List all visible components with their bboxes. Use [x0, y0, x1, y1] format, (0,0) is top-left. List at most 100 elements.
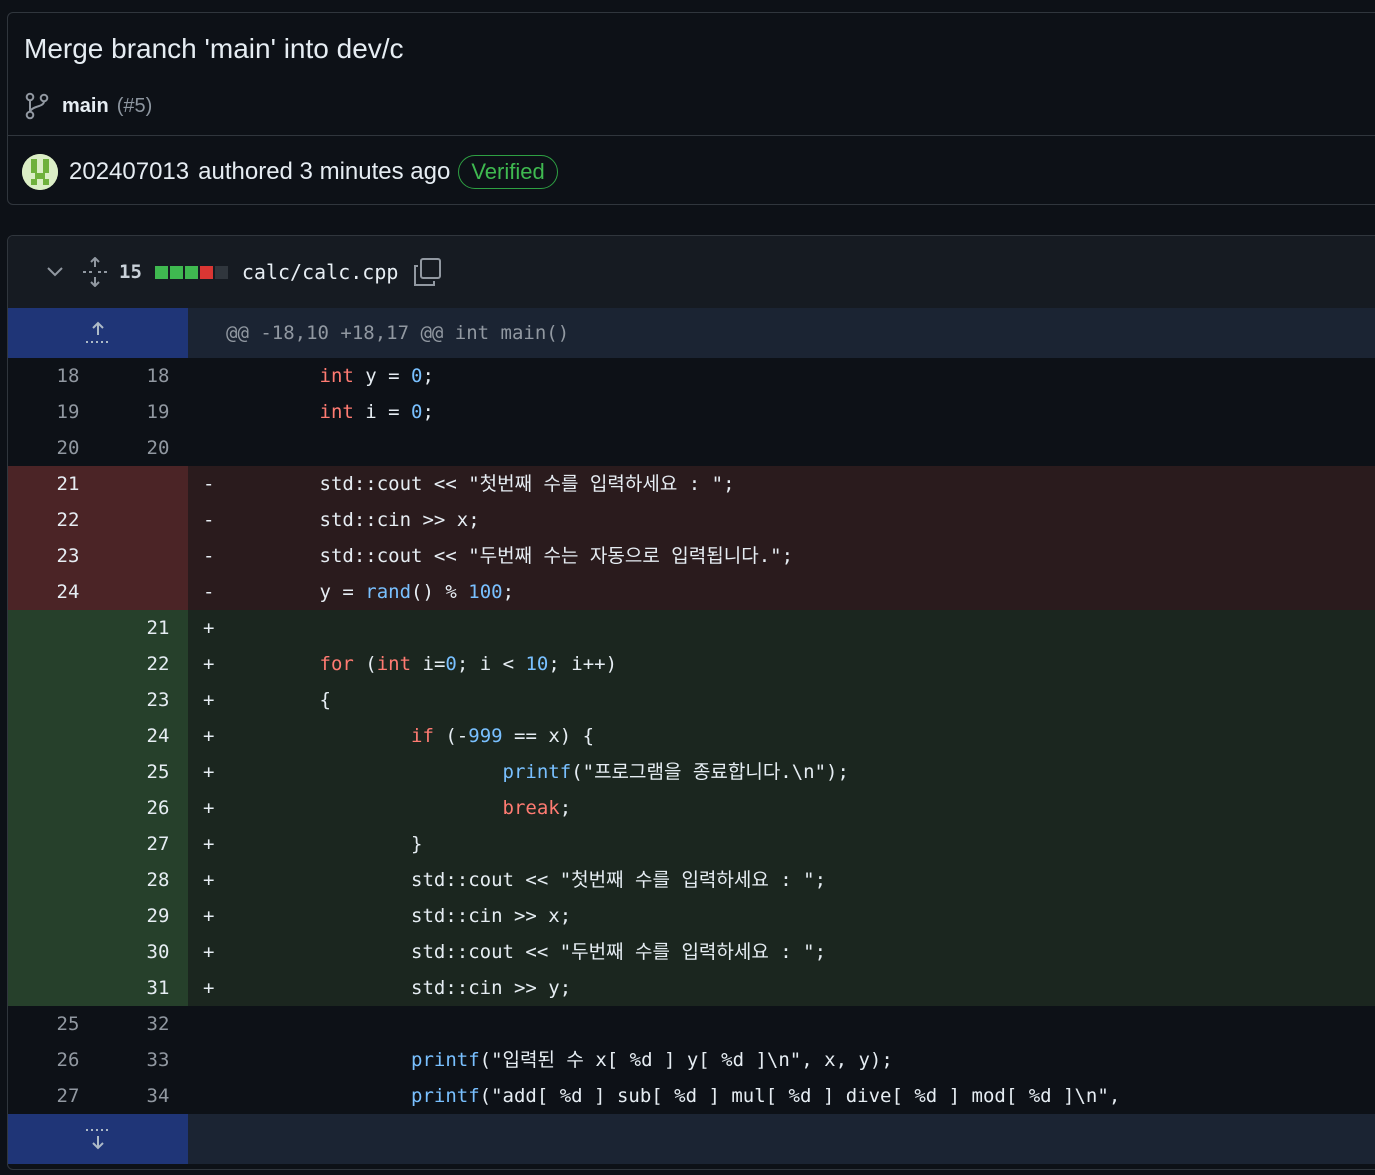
- new-line-number[interactable]: 19: [113, 394, 203, 430]
- new-line-number[interactable]: 24: [113, 718, 203, 754]
- old-line-number[interactable]: 25: [23, 1006, 113, 1042]
- new-line-number[interactable]: 20: [113, 430, 203, 466]
- code-text: if (-999 == x) {: [228, 718, 594, 754]
- diffstat-block: [154, 265, 168, 279]
- git-branch-icon: [25, 92, 49, 120]
- code-text: int i = 0;: [228, 394, 434, 430]
- code-token: () %: [411, 581, 469, 603]
- code-token: y =: [353, 365, 412, 387]
- diffstat-block: [199, 265, 213, 279]
- expand-up-button[interactable]: [8, 308, 188, 358]
- divider: [8, 135, 1375, 136]
- old-line-number[interactable]: 23: [23, 538, 113, 574]
- code-token: std::cout << "두번째 수는 자동으로 입력됩니다.";: [228, 545, 794, 567]
- diff-line-add: 29 + std::cin >> x;: [8, 898, 1375, 934]
- code-token: std::cin >> x;: [228, 509, 480, 531]
- old-line-number[interactable]: 24: [23, 574, 113, 610]
- identicon-icon: [22, 154, 58, 190]
- code-token: i=: [411, 653, 446, 675]
- code-token: ;: [559, 797, 572, 819]
- new-line-number[interactable]: 26: [113, 790, 203, 826]
- new-line-number[interactable]: 34: [113, 1078, 203, 1114]
- code-text: break;: [228, 790, 572, 826]
- code-token: 10: [525, 653, 549, 675]
- commit-title: Merge branch 'main' into dev/c: [24, 33, 404, 64]
- new-line-number[interactable]: 31: [113, 970, 203, 1006]
- code-token: std::cout << "첫번째 수를 입력하세요 : ";: [228, 869, 827, 891]
- new-line-number[interactable]: 29: [113, 898, 203, 934]
- diff-table: @@ -18,10 +18,17 @@ int main() 18 18 int …: [8, 308, 1375, 1169]
- branch-link[interactable]: main: [62, 95, 109, 118]
- code-text: }: [228, 826, 422, 862]
- unfold-icon[interactable]: [82, 257, 108, 287]
- code-token: printf: [411, 1085, 480, 1107]
- code-token: ;: [422, 401, 434, 423]
- new-line-number[interactable]: 30: [113, 934, 203, 970]
- diff-line-ctx: 18 18 int y = 0;: [8, 358, 1375, 394]
- old-line-number[interactable]: 21: [23, 466, 113, 502]
- new-line-number[interactable]: 21: [113, 610, 203, 646]
- new-line-number[interactable]: 33: [113, 1042, 203, 1078]
- code-token: int: [319, 401, 354, 423]
- code-text: for (int i=0; i < 10; i++): [228, 646, 618, 682]
- diffstat-block: [184, 265, 198, 279]
- diffstat: [154, 265, 230, 279]
- new-line-number[interactable]: 28: [113, 862, 203, 898]
- code-text: printf("프로그램을 종료합니다.\n");: [228, 754, 849, 790]
- new-line-number[interactable]: 23: [113, 682, 203, 718]
- code-token: int: [319, 365, 354, 387]
- code-token: i =: [353, 401, 412, 423]
- diff-sign: +: [203, 653, 215, 675]
- chevron-down-icon[interactable]: [45, 262, 65, 282]
- code-token: int: [376, 653, 412, 675]
- pr-link[interactable]: (#5): [117, 95, 153, 118]
- expand-down-button[interactable]: [8, 1114, 188, 1164]
- file-path[interactable]: calc/calc.cpp: [242, 260, 399, 284]
- code-token: y =: [228, 581, 366, 603]
- code-token: ; i <: [456, 653, 526, 675]
- diff-sign: +: [203, 797, 215, 819]
- diff-sign: +: [203, 725, 215, 747]
- verified-badge[interactable]: Verified: [458, 155, 558, 189]
- code-token: 0: [445, 653, 457, 675]
- diff-line-add: 31 + std::cin >> y;: [8, 970, 1375, 1006]
- new-line-number[interactable]: 18: [113, 358, 203, 394]
- code-token: ("입력된 수 x[ %d ] y[ %d ]\n", x, y);: [479, 1049, 893, 1071]
- old-line-number[interactable]: 19: [23, 394, 113, 430]
- new-line-number[interactable]: 27: [113, 826, 203, 862]
- diff-line-add: 21 +: [8, 610, 1375, 646]
- authored-time: authored 3 minutes ago: [198, 158, 451, 185]
- diff-sign: +: [203, 617, 215, 639]
- code-text: std::cout << "첫번째 수를 입력하세요 : ";: [228, 466, 735, 502]
- code-token: rand: [365, 581, 412, 603]
- code-token: ;: [422, 365, 434, 387]
- new-line-number[interactable]: 25: [113, 754, 203, 790]
- diff-sign: +: [203, 689, 215, 711]
- code-token: {: [228, 689, 331, 711]
- diff-sign: +: [203, 977, 215, 999]
- diff-line-ctx: 26 33 printf("입력된 수 x[ %d ] y[ %d ]\n", x…: [8, 1042, 1375, 1078]
- code-token: 100: [468, 581, 503, 603]
- code-token: (-: [433, 725, 469, 747]
- copy-icon[interactable]: [412, 257, 442, 287]
- hunk-header-row: @@ -18,10 +18,17 @@ int main(): [8, 308, 1375, 358]
- old-line-number[interactable]: 27: [23, 1078, 113, 1114]
- old-line-number[interactable]: 22: [23, 502, 113, 538]
- old-line-number[interactable]: 20: [23, 430, 113, 466]
- code-text: y = rand() % 100;: [228, 574, 515, 610]
- new-line-number[interactable]: 32: [113, 1006, 203, 1042]
- new-line-number[interactable]: 22: [113, 646, 203, 682]
- diff-line-del: 23 - std::cout << "두번째 수는 자동으로 입력됩니다.";: [8, 538, 1375, 574]
- code-token: ("프로그램을 종료합니다.\n");: [571, 761, 849, 783]
- avatar[interactable]: [22, 154, 58, 190]
- code-text: std::cout << "첫번째 수를 입력하세요 : ";: [228, 862, 826, 898]
- old-line-number[interactable]: 18: [23, 358, 113, 394]
- code-token: 999: [468, 725, 503, 747]
- old-line-number[interactable]: 26: [23, 1042, 113, 1078]
- author-link[interactable]: 202407013: [69, 158, 189, 186]
